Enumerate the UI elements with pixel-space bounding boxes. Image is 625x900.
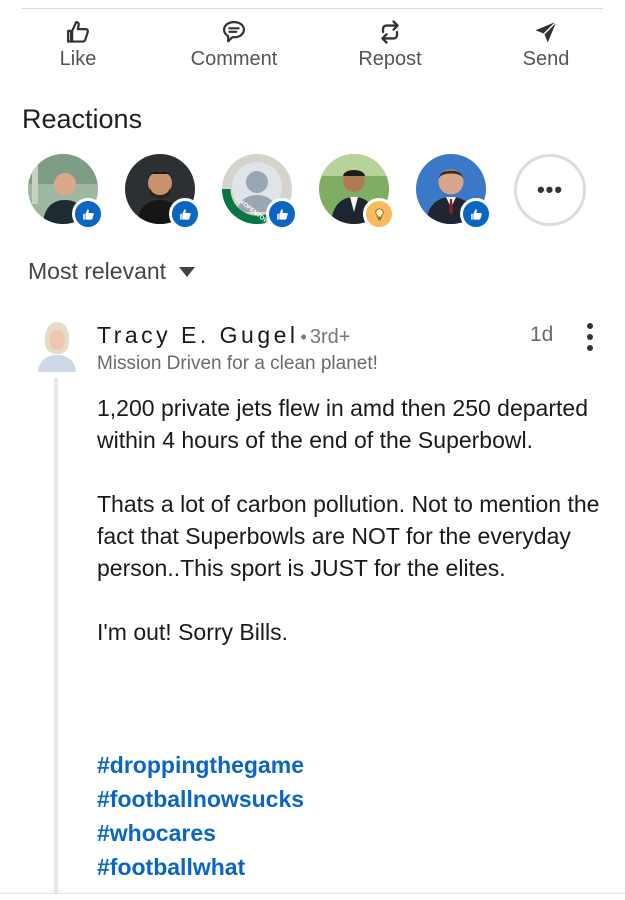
reactor-avatar[interactable]: #OPENTOWORK	[222, 154, 298, 230]
thumbs-up-icon	[470, 208, 482, 220]
thumbs-up-icon	[82, 208, 94, 220]
reactor-avatar[interactable]	[125, 154, 201, 230]
separator-dot: •	[300, 327, 307, 347]
reactions-avatar-row: #OPENTOWORK •••	[0, 152, 625, 232]
send-button[interactable]: Send	[486, 18, 606, 71]
like-button[interactable]: Like	[18, 18, 138, 71]
reactor-avatar[interactable]	[319, 154, 395, 230]
bottom-divider	[0, 893, 625, 894]
repost-icon	[381, 20, 399, 44]
comment-label: Comment	[190, 48, 278, 70]
comment-author-avatar[interactable]	[36, 318, 78, 372]
thumbs-up-icon	[66, 20, 89, 43]
comment-author-row: Tracy E. Gugel • 3rd+	[97, 322, 350, 349]
comment-button[interactable]: Comment	[174, 18, 294, 71]
reactor-avatar[interactable]	[28, 154, 104, 230]
repost-button[interactable]: Repost	[330, 18, 450, 71]
like-label: Like	[59, 48, 97, 70]
sort-label: Most relevant	[28, 258, 167, 284]
connection-degree: 3rd+	[309, 326, 351, 348]
repost-label: Repost	[358, 48, 422, 70]
like-reaction-badge	[169, 198, 201, 230]
more-reactions-button[interactable]: •••	[514, 154, 586, 226]
comment-author-name[interactable]: Tracy E. Gugel	[97, 322, 299, 349]
thumbs-up-icon	[179, 208, 191, 220]
hashtag-link[interactable]: #whocares	[97, 816, 304, 850]
reactor-avatar[interactable]	[416, 154, 492, 230]
like-reaction-badge	[460, 198, 492, 230]
caret-down-icon	[179, 266, 196, 277]
sort-dropdown[interactable]: Most relevant	[28, 258, 196, 285]
comment-body: 1,200 private jets flew in amd then 250 …	[97, 392, 607, 680]
comment-timestamp: 1d	[530, 323, 554, 346]
lightbulb-icon	[374, 207, 384, 220]
person-photo	[36, 318, 78, 372]
comment-paragraph: 1,200 private jets flew in amd then 250 …	[97, 395, 588, 453]
hashtag-link[interactable]: #droppingthegame	[97, 748, 304, 782]
comment-paragraph: Thats a lot of carbon pollution. Not to …	[97, 491, 600, 581]
insightful-reaction-badge	[363, 198, 395, 230]
social-action-bar: Like Comment Repost Send	[0, 18, 625, 78]
send-label: Send	[522, 48, 570, 70]
comment-thread-line	[54, 378, 58, 894]
top-divider	[22, 8, 603, 9]
hashtag-link[interactable]: #footballwhat	[97, 850, 304, 884]
comment-icon	[222, 20, 246, 43]
thumbs-up-icon	[276, 208, 288, 220]
comment-author-headline: Mission Driven for a clean planet!	[97, 353, 378, 374]
like-reaction-badge	[266, 198, 298, 230]
comment-paragraph: I'm out! Sorry Bills.	[97, 619, 288, 645]
send-icon	[535, 21, 557, 43]
hashtag-list: #droppingthegame #footballnowsucks #whoc…	[97, 748, 304, 884]
vertical-ellipsis-icon	[587, 323, 593, 351]
reactions-heading: Reactions	[22, 104, 143, 134]
hashtag-link[interactable]: #footballnowsucks	[97, 782, 304, 816]
like-reaction-badge	[72, 198, 104, 230]
comment-overflow-menu-button[interactable]	[582, 320, 598, 354]
